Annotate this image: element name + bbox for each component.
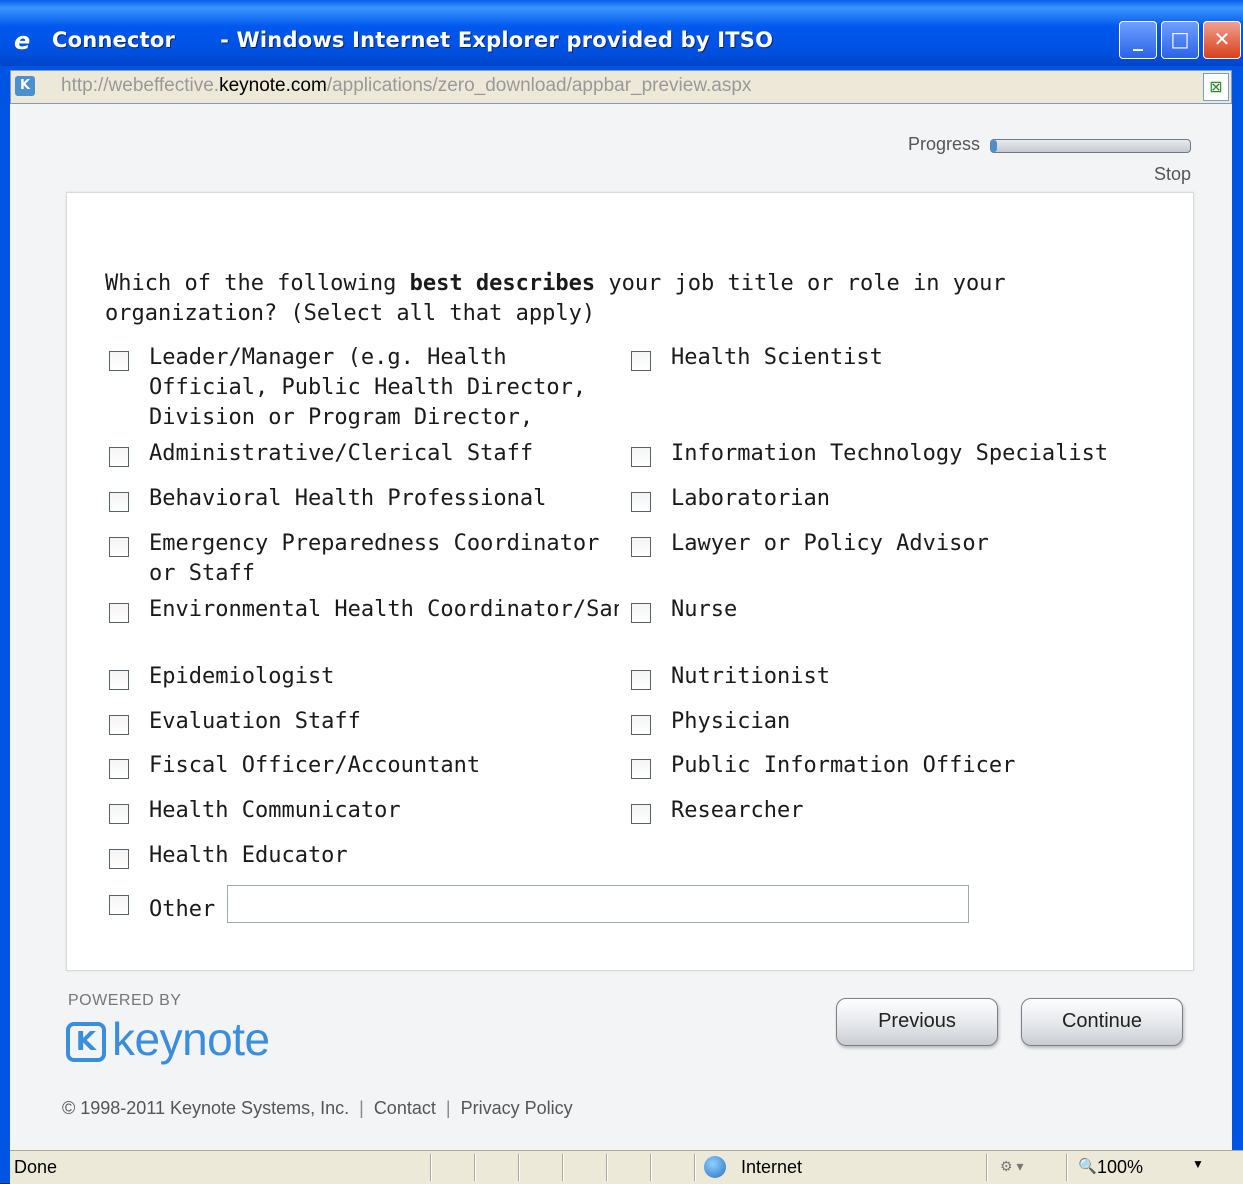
checkbox-information-technology[interactable] bbox=[631, 447, 651, 467]
status-divider bbox=[606, 1154, 608, 1181]
progress-fill bbox=[991, 140, 997, 152]
option-label: Evaluation Staff bbox=[149, 709, 361, 734]
checkbox-health-educator[interactable] bbox=[109, 849, 129, 869]
option-label: Health Scientist bbox=[671, 345, 883, 370]
other-text-field[interactable] bbox=[227, 885, 969, 923]
option-label: Health Communicator bbox=[149, 798, 401, 823]
option-label: Leader/Manager (e.g. Health Official, Pu… bbox=[149, 345, 587, 430]
previous-button[interactable]: Previous bbox=[836, 998, 998, 1046]
checkbox-health-communicator[interactable] bbox=[109, 804, 129, 824]
zoom-icon[interactable]: 🔍 bbox=[1078, 1157, 1097, 1175]
checkbox-administrative[interactable] bbox=[109, 447, 129, 467]
stop-link[interactable]: Stop bbox=[1154, 164, 1191, 185]
checkbox-health-scientist[interactable] bbox=[631, 351, 651, 371]
copyright-text: © 1998-2011 Keynote Systems, Inc. bbox=[62, 1098, 350, 1118]
checkbox-evaluation-staff[interactable] bbox=[109, 715, 129, 735]
zoom-level[interactable]: 100% bbox=[1097, 1157, 1143, 1178]
checkbox-other[interactable] bbox=[109, 895, 129, 915]
status-divider bbox=[650, 1154, 652, 1181]
checkbox-fiscal-officer[interactable] bbox=[109, 759, 129, 779]
checkbox-nurse[interactable] bbox=[631, 603, 651, 623]
option-label: Public Information Officer bbox=[671, 753, 1016, 778]
logo-text: keynote bbox=[112, 1013, 270, 1065]
status-divider bbox=[1066, 1154, 1068, 1181]
option-label: Laboratorian bbox=[671, 486, 830, 511]
keynote-favicon-icon: K bbox=[15, 76, 35, 96]
option-label: Environmental Health Coordinator/Sanitar… bbox=[149, 597, 619, 622]
security-zone: Internet bbox=[741, 1157, 803, 1177]
option-label: Information Technology Specialist bbox=[671, 441, 1109, 466]
ie-logo-icon: e bbox=[14, 27, 31, 55]
powered-by-label: POWERED BY bbox=[68, 992, 182, 1009]
continue-button[interactable]: Continue bbox=[1021, 998, 1183, 1046]
address-url[interactable]: http://webeffective.keynote.com/applicat… bbox=[61, 75, 751, 97]
checkbox-laboratorian[interactable] bbox=[631, 492, 651, 512]
maximize-button[interactable]: □ bbox=[1161, 21, 1199, 59]
option-label: Fiscal Officer/Accountant bbox=[149, 753, 481, 778]
keynote-logo-icon: K bbox=[66, 1022, 106, 1062]
progress-label: Progress bbox=[908, 134, 981, 154]
option-label: Nutritionist bbox=[671, 664, 830, 689]
option-label: Epidemiologist bbox=[149, 664, 335, 689]
checkbox-epidemiologist[interactable] bbox=[109, 670, 129, 690]
title-bar[interactable]: e Connector - Windows Internet Explorer … bbox=[0, 0, 1243, 66]
option-label: Behavioral Health Professional bbox=[149, 486, 547, 511]
status-divider bbox=[518, 1154, 520, 1181]
contact-link[interactable]: Contact bbox=[374, 1098, 436, 1118]
option-label: Health Educator bbox=[149, 843, 348, 868]
progress-bar bbox=[990, 139, 1191, 153]
checkbox-nutritionist[interactable] bbox=[631, 670, 651, 690]
option-label: Administrative/Clerical Staff bbox=[149, 441, 534, 466]
compatibility-view-icon[interactable]: ⊠ bbox=[1203, 73, 1229, 101]
window-title: Connector - Windows Internet Explorer pr… bbox=[52, 28, 774, 52]
option-label: Researcher bbox=[671, 798, 804, 823]
option-label: Lawyer or Policy Advisor bbox=[671, 531, 989, 556]
option-label: Nurse bbox=[671, 597, 738, 622]
checkbox-emergency-preparedness[interactable] bbox=[109, 537, 129, 557]
other-label: Other bbox=[149, 897, 216, 922]
close-button[interactable]: ✕ bbox=[1203, 21, 1241, 59]
internet-globe-icon bbox=[704, 1156, 726, 1178]
question-text: Which of the following best describes yo… bbox=[105, 271, 1006, 326]
status-divider bbox=[694, 1154, 696, 1181]
checkbox-physician[interactable] bbox=[631, 715, 651, 735]
page-content: Progress Stop Which of the following bes… bbox=[10, 104, 1232, 1150]
ie-window: e Connector - Windows Internet Explorer … bbox=[0, 0, 1243, 1184]
status-text: Done bbox=[14, 1157, 58, 1177]
option-label: Emergency Preparedness Coordinator or St… bbox=[149, 531, 613, 586]
zoom-dropdown-icon[interactable]: ▼ bbox=[1192, 1157, 1204, 1171]
protected-mode-icon[interactable]: ⚙ ▾ bbox=[1000, 1158, 1023, 1175]
checkbox-behavioral-health[interactable] bbox=[109, 492, 129, 512]
checkbox-lawyer-policy[interactable] bbox=[631, 537, 651, 557]
status-divider bbox=[430, 1154, 432, 1181]
survey-card: Which of the following best describes yo… bbox=[66, 192, 1194, 971]
footer: © 1998-2011 Keynote Systems, Inc. | Cont… bbox=[62, 1098, 573, 1118]
option-label: Physician bbox=[671, 709, 791, 734]
checkbox-researcher[interactable] bbox=[631, 804, 651, 824]
status-bar: Done Internet ⚙ ▾ 🔍 100% ▼ bbox=[10, 1150, 1243, 1184]
checkbox-environmental-health[interactable] bbox=[109, 603, 129, 623]
minimize-button[interactable]: _ bbox=[1119, 21, 1157, 59]
privacy-policy-link[interactable]: Privacy Policy bbox=[461, 1098, 573, 1118]
status-divider bbox=[474, 1154, 476, 1181]
status-divider bbox=[562, 1154, 564, 1181]
status-divider bbox=[986, 1154, 988, 1181]
address-bar[interactable]: K http://webeffective.keynote.com/applic… bbox=[10, 70, 1232, 104]
checkbox-public-information[interactable] bbox=[631, 759, 651, 779]
checkbox-leader-manager[interactable] bbox=[109, 351, 129, 371]
